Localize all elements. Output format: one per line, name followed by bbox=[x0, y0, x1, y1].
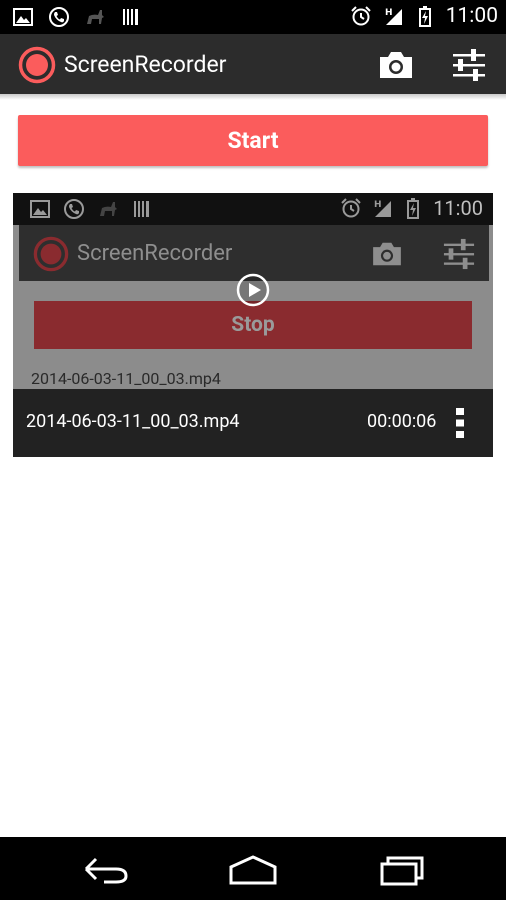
settings-sliders-icon bbox=[443, 238, 475, 270]
signal-icon: H bbox=[374, 200, 392, 217]
alarm-icon bbox=[341, 198, 361, 218]
battery-charging-icon bbox=[407, 198, 420, 219]
svg-text:H: H bbox=[374, 200, 382, 210]
app-bar-shadow bbox=[0, 94, 506, 100]
navigation-bar bbox=[0, 837, 506, 900]
settings-sliders-icon[interactable] bbox=[451, 48, 487, 82]
phone-icon bbox=[64, 199, 84, 219]
recording-info-bar: 2014-06-03-11_00_03.mp4 00:00:06 bbox=[13, 389, 493, 457]
app-title: ScreenRecorder bbox=[64, 51, 227, 78]
play-icon[interactable] bbox=[236, 273, 270, 307]
record-logo-icon bbox=[33, 236, 69, 272]
recording-card[interactable]: H 11:00 ScreenRecorder Stop 2014-06-03-1… bbox=[13, 193, 493, 457]
camera-icon[interactable] bbox=[378, 50, 414, 80]
start-button[interactable]: Start bbox=[18, 115, 488, 166]
recording-filename: 2014-06-03-11_00_03.mp4 bbox=[26, 411, 240, 432]
video-thumbnail[interactable]: H 11:00 ScreenRecorder Stop 2014-06-03-1… bbox=[13, 193, 493, 389]
recents-icon[interactable] bbox=[372, 849, 432, 889]
app-bar: ScreenRecorder bbox=[0, 34, 506, 94]
alarm-icon bbox=[350, 6, 371, 26]
camera-icon bbox=[373, 242, 401, 266]
status-bar: H 11:00 bbox=[0, 0, 506, 34]
svg-text:H: H bbox=[385, 8, 393, 18]
home-icon[interactable] bbox=[223, 849, 283, 889]
more-options-icon[interactable] bbox=[451, 405, 469, 441]
phone-icon bbox=[49, 7, 69, 27]
back-icon[interactable] bbox=[76, 849, 136, 889]
thumbnail-app-title: ScreenRecorder bbox=[77, 241, 233, 266]
thumbnail-clock: 11:00 bbox=[433, 196, 483, 220]
barcode-icon bbox=[134, 201, 149, 217]
thumbnail-filename: 2014-06-03-11_00_03.mp4 bbox=[31, 369, 221, 388]
animal-icon bbox=[100, 202, 117, 216]
battery-charging-icon bbox=[418, 6, 431, 27]
gallery-icon bbox=[30, 200, 50, 218]
gallery-icon bbox=[13, 8, 33, 26]
thumbnail-stop-button: Stop bbox=[34, 301, 472, 349]
barcode-icon bbox=[123, 9, 138, 25]
record-logo-icon bbox=[18, 46, 56, 84]
thumbnail-status-bar: H 11:00 bbox=[13, 193, 493, 225]
status-clock: 11:00 bbox=[445, 4, 498, 28]
recording-duration: 00:00:06 bbox=[367, 411, 437, 432]
animal-icon bbox=[87, 10, 104, 24]
signal-icon: H bbox=[385, 8, 402, 25]
